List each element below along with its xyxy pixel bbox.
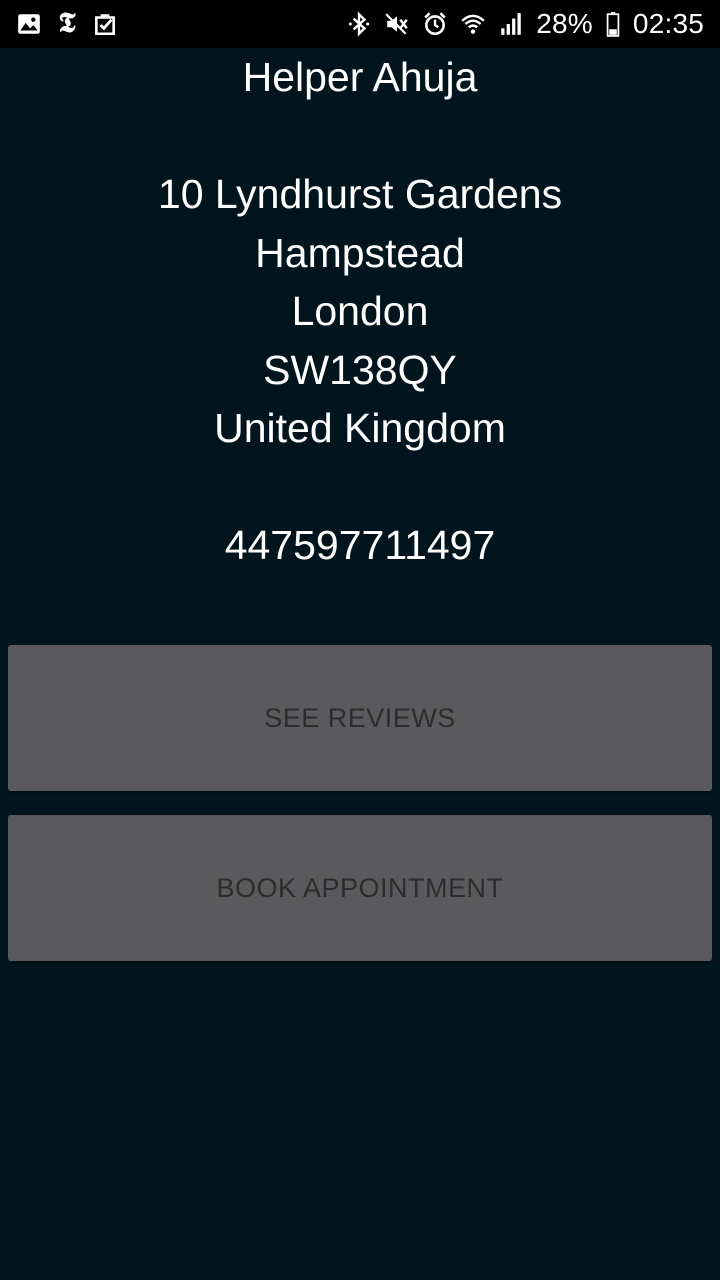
- system-icons: 28% 02:35: [346, 10, 704, 38]
- status-bar: 𝕿 28% 02:35: [0, 0, 720, 48]
- signal-icon: [498, 11, 524, 37]
- battery-percent: 28%: [536, 8, 593, 39]
- address-line2: Hampstead: [255, 229, 465, 276]
- mute-icon: [384, 11, 410, 37]
- battery-icon: [605, 11, 621, 37]
- book-appointment-button[interactable]: BOOK APPOINTMENT: [8, 815, 712, 961]
- nyt-icon: 𝕿: [58, 8, 76, 39]
- bluetooth-icon: [346, 11, 372, 37]
- address-country: United Kingdom: [214, 405, 506, 451]
- address-postcode: SW138QY: [263, 346, 457, 393]
- clipboard-check-icon: [92, 11, 118, 37]
- address-line1: 10 Lyndhurst Gardens: [157, 171, 563, 217]
- clock: 02:35: [632, 8, 704, 39]
- helper-name: Helper Ahuja: [242, 54, 478, 100]
- phone-number[interactable]: 447597711497: [0, 516, 720, 575]
- wifi-icon: [460, 11, 486, 37]
- alarm-icon: [422, 11, 448, 37]
- address-city: London: [291, 288, 429, 334]
- image-icon: [16, 11, 42, 37]
- helper-details: Helper Ahuja 10 Lyndhurst Gardens Hampst…: [0, 48, 720, 575]
- notification-icons: 𝕿: [16, 8, 118, 39]
- see-reviews-button[interactable]: SEE REVIEWS: [8, 645, 712, 791]
